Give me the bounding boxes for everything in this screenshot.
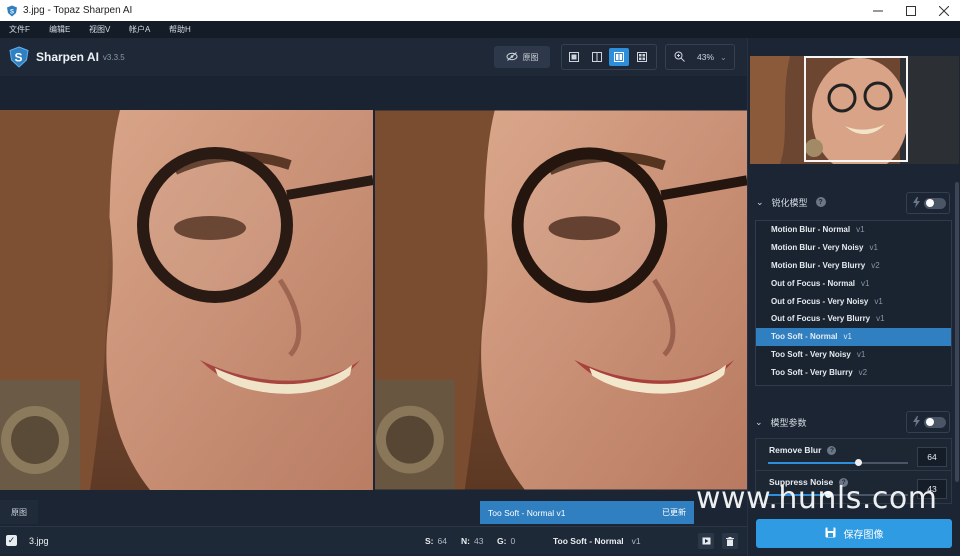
stat-s-value: 64 (437, 536, 447, 546)
file-model-version: v1 (631, 536, 641, 546)
view-single-button[interactable] (564, 48, 584, 66)
param-remove-blur: Remove Blur ? 64 (755, 438, 952, 472)
model-item[interactable]: Out of Focus - Very Noisy v1 (756, 292, 951, 310)
svg-text:S: S (10, 9, 14, 15)
window-titlebar: S 3.jpg - Topaz Sharpen AI (0, 0, 960, 21)
status-updated-label: 已更新 (662, 508, 686, 517)
model-auto-toggle[interactable] (906, 192, 950, 214)
chevron-down-icon: ⌄ (755, 416, 763, 427)
stat-s-label: S: (425, 536, 434, 546)
remove-blur-slider[interactable] (768, 459, 908, 466)
stat-n: N: 43 (461, 527, 483, 555)
toolbar: S Sharpen AI v3.3.5 原图 43% ⌄ (0, 38, 747, 76)
file-model: Too Soft - Normal v1 (553, 527, 641, 555)
navigator-preview[interactable] (750, 56, 959, 164)
file-model-name: Too Soft - Normal (553, 536, 624, 546)
params-auto-toggle[interactable] (906, 411, 950, 433)
window-title: 3.jpg - Topaz Sharpen AI (23, 5, 133, 16)
file-checkbox[interactable]: ✓ (6, 535, 17, 546)
params-section-title: 模型参数 (770, 417, 807, 428)
file-row[interactable]: ✓ 3.jpg S: 64 N: 43 G: 0 Too Soft - Norm… (0, 526, 747, 554)
view-mode-group (561, 44, 657, 70)
zoom-value: 43% (697, 52, 715, 62)
original-toggle-button[interactable]: 原图 (494, 46, 550, 68)
menu-file[interactable]: 文件F (9, 24, 41, 35)
portrait-image-right (375, 110, 747, 490)
help-icon[interactable]: ? (827, 445, 837, 455)
original-toggle-label: 原图 (522, 52, 539, 62)
file-name: 3.jpg (29, 535, 49, 546)
stat-n-value: 43 (473, 536, 484, 546)
status-model-label: Too Soft - Normal v1 (488, 507, 566, 518)
slider-knob[interactable] (854, 459, 862, 466)
app-shield-icon: S (8, 46, 30, 68)
menu-bar: 文件F 编辑E 视图V 帐户A 帮助H (0, 21, 960, 38)
app-logo: S Sharpen AI v3.3.5 (8, 46, 125, 68)
model-item[interactable]: Motion Blur - Very Blurry v2 (756, 257, 951, 275)
help-icon[interactable]: ? (815, 197, 826, 207)
menu-help[interactable]: 帮助H (169, 24, 201, 35)
zoom-icon (674, 51, 685, 64)
navigator-viewport-box[interactable] (804, 56, 908, 162)
model-item[interactable]: Out of Focus - Very Blurry v1 (756, 310, 951, 328)
save-icon (825, 527, 836, 541)
sharpened-image[interactable] (375, 110, 747, 490)
param-label: Remove Blur (769, 445, 822, 455)
maximize-button[interactable] (894, 0, 927, 21)
model-item[interactable]: Motion Blur - Normal v1 (756, 221, 951, 239)
svg-text:S: S (15, 51, 23, 65)
app-version: v3.3.5 (102, 52, 125, 62)
view-split-button[interactable] (587, 48, 607, 66)
model-list: Motion Blur - Normal v1 Motion Blur - Ver… (755, 220, 952, 386)
model-section-title: 锐化模型 (771, 197, 808, 208)
minimize-button[interactable] (861, 0, 894, 21)
status-banner: Too Soft - Normal v1 已更新 (480, 501, 694, 524)
panel-scrollbar[interactable] (955, 182, 959, 482)
menu-edit[interactable]: 编辑E (49, 24, 81, 35)
film-icon[interactable] (698, 533, 714, 549)
trash-icon[interactable] (722, 533, 738, 549)
model-item-selected[interactable]: Too Soft - Normal v1 (756, 327, 951, 346)
zoom-control[interactable]: 43% ⌄ (665, 44, 735, 70)
close-button[interactable] (927, 0, 960, 21)
original-image[interactable] (0, 110, 373, 490)
lightning-icon (913, 415, 920, 429)
view-side-by-side-button[interactable] (609, 48, 629, 66)
model-item[interactable]: Out of Focus - Normal v1 (756, 274, 951, 292)
original-tab[interactable]: 原图 (0, 500, 38, 524)
chevron-down-icon: ⌄ (720, 52, 727, 62)
stat-n-label: N: (461, 536, 470, 546)
menu-view[interactable]: 视图V (89, 24, 121, 35)
stat-s: S: 64 (425, 527, 447, 555)
lightning-icon (913, 196, 920, 210)
app-name: Sharpen AI (36, 50, 99, 64)
portrait-image-left (0, 110, 373, 490)
model-auto-switch[interactable] (924, 197, 946, 209)
eye-off-icon (506, 51, 518, 63)
app-shield-icon: S (6, 5, 18, 17)
canvas-top-area (0, 76, 747, 110)
stat-g-value: 0 (510, 536, 516, 546)
param-value-input[interactable]: 64 (917, 447, 947, 467)
save-label: 保存图像 (843, 530, 884, 541)
params-auto-switch[interactable] (924, 416, 946, 428)
model-item[interactable]: Too Soft - Very Noisy v1 (756, 346, 951, 364)
model-item[interactable]: Too Soft - Very Blurry v2 (756, 363, 951, 381)
view-quad-button[interactable] (632, 48, 652, 66)
chevron-down-icon: ⌄ (756, 196, 764, 207)
menu-account[interactable]: 帐户A (129, 24, 161, 35)
model-item[interactable]: Motion Blur - Very Noisy v1 (756, 239, 951, 257)
save-image-button[interactable]: 保存图像 (756, 519, 952, 548)
stat-g-label: G: (497, 536, 507, 546)
stat-g: G: 0 (497, 527, 515, 555)
watermark-text: www.hunls.com (696, 481, 938, 516)
